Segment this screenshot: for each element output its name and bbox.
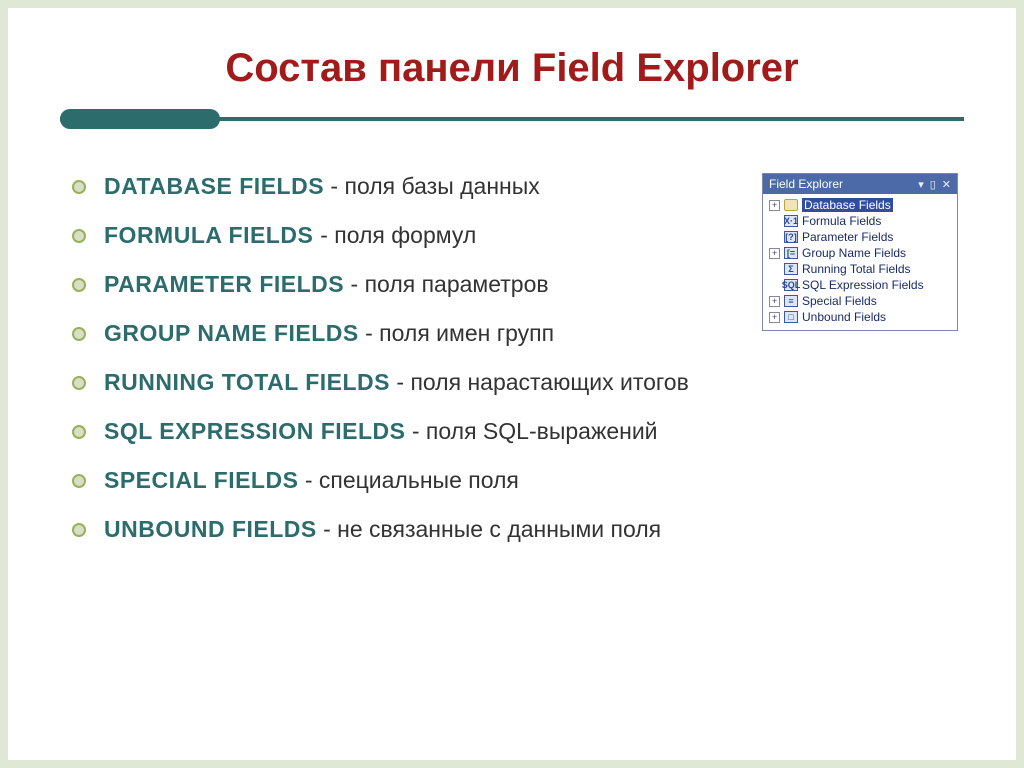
bullet-icon bbox=[72, 229, 86, 243]
slide-title: Состав панели Field Explorer bbox=[60, 46, 964, 91]
expander-icon bbox=[769, 232, 780, 243]
bullet-icon bbox=[72, 278, 86, 292]
close-icon[interactable]: ✕ bbox=[942, 178, 951, 191]
panel-titlebar[interactable]: Field Explorer ▾ ▯ ✕ bbox=[763, 174, 957, 194]
term: DATABASE FIELDS bbox=[104, 173, 324, 199]
pin-icon[interactable]: ▯ bbox=[930, 178, 936, 191]
description: - не связанные с данными поля bbox=[317, 516, 661, 542]
panel-title-label: Field Explorer bbox=[769, 177, 912, 191]
expander-icon bbox=[769, 264, 780, 275]
formula-icon: X·1 bbox=[784, 215, 798, 227]
description: - поля базы данных bbox=[324, 173, 540, 199]
term: FORMULA FIELDS bbox=[104, 222, 320, 248]
list-item: SPECIAL FIELDS - специальные поля bbox=[72, 467, 964, 494]
description: - поля SQL-выражений bbox=[405, 418, 657, 444]
expander-icon[interactable]: + bbox=[769, 200, 780, 211]
parameter-icon: [?] bbox=[784, 231, 798, 243]
term: SQL EXPRESSION FIELDS bbox=[104, 418, 405, 444]
title-divider bbox=[60, 109, 964, 129]
tree-node-parameter-fields[interactable]: [?] Parameter Fields bbox=[767, 229, 957, 245]
sql-icon: SQL bbox=[784, 279, 798, 291]
term: SPECIAL FIELDS bbox=[104, 467, 298, 493]
content-area: DATABASE FIELDS - поля базы данных FORMU… bbox=[60, 173, 964, 543]
list-item: UNBOUND FIELDS - не связанные с данными … bbox=[72, 516, 964, 543]
description: - поля имен групп bbox=[359, 320, 554, 346]
tree-label: Running Total Fields bbox=[802, 262, 911, 276]
unbound-icon: □ bbox=[784, 311, 798, 323]
bullet-icon bbox=[72, 523, 86, 537]
list-item: SQL EXPRESSION FIELDS - поля SQL-выражен… bbox=[72, 418, 964, 445]
expander-icon bbox=[769, 280, 780, 291]
tree-node-group-name-fields[interactable]: + [= Group Name Fields bbox=[767, 245, 957, 261]
tree-node-sql-expression-fields[interactable]: SQL SQL Expression Fields bbox=[767, 277, 957, 293]
description: - специальные поля bbox=[298, 467, 518, 493]
expander-icon bbox=[769, 216, 780, 227]
dropdown-icon[interactable]: ▾ bbox=[918, 178, 924, 191]
description: - поля параметров bbox=[344, 271, 548, 297]
bullet-icon bbox=[72, 180, 86, 194]
bullet-icon bbox=[72, 425, 86, 439]
bullet-icon bbox=[72, 327, 86, 341]
description: - поля формул bbox=[320, 222, 476, 248]
slide: Состав панели Field Explorer DATABASE FI… bbox=[8, 8, 1016, 760]
tree-label: Parameter Fields bbox=[802, 230, 893, 244]
tree-node-unbound-fields[interactable]: + □ Unbound Fields bbox=[767, 309, 957, 325]
tree-label: Group Name Fields bbox=[802, 246, 906, 260]
expander-icon[interactable]: + bbox=[769, 296, 780, 307]
tree-label: SQL Expression Fields bbox=[802, 278, 924, 292]
bullet-icon bbox=[72, 376, 86, 390]
tree-node-formula-fields[interactable]: X·1 Formula Fields bbox=[767, 213, 957, 229]
special-icon: ≡ bbox=[784, 295, 798, 307]
tree-label: Database Fields bbox=[802, 198, 893, 212]
term: GROUP NAME FIELDS bbox=[104, 320, 359, 346]
term: RUNNING TOTAL FIELDS bbox=[104, 369, 390, 395]
tree-label: Special Fields bbox=[802, 294, 877, 308]
description: - поля нарастающих итогов bbox=[390, 369, 689, 395]
field-tree: + Database Fields X·1 Formula Fields [?]… bbox=[763, 194, 957, 330]
tree-node-special-fields[interactable]: + ≡ Special Fields bbox=[767, 293, 957, 309]
term: PARAMETER FIELDS bbox=[104, 271, 344, 297]
divider-pill bbox=[60, 109, 220, 129]
tree-node-database-fields[interactable]: + Database Fields bbox=[767, 197, 957, 213]
group-icon: [= bbox=[784, 247, 798, 259]
tree-label: Unbound Fields bbox=[802, 310, 886, 324]
tree-label: Formula Fields bbox=[802, 214, 881, 228]
term: UNBOUND FIELDS bbox=[104, 516, 317, 542]
running-total-icon: Σ bbox=[784, 263, 798, 275]
field-explorer-panel: Field Explorer ▾ ▯ ✕ + Database Fields X… bbox=[762, 173, 958, 331]
expander-icon[interactable]: + bbox=[769, 312, 780, 323]
database-icon bbox=[784, 199, 798, 211]
bullet-icon bbox=[72, 474, 86, 488]
list-item: RUNNING TOTAL FIELDS - поля нарастающих … bbox=[72, 369, 964, 396]
tree-node-running-total-fields[interactable]: Σ Running Total Fields bbox=[767, 261, 957, 277]
expander-icon[interactable]: + bbox=[769, 248, 780, 259]
